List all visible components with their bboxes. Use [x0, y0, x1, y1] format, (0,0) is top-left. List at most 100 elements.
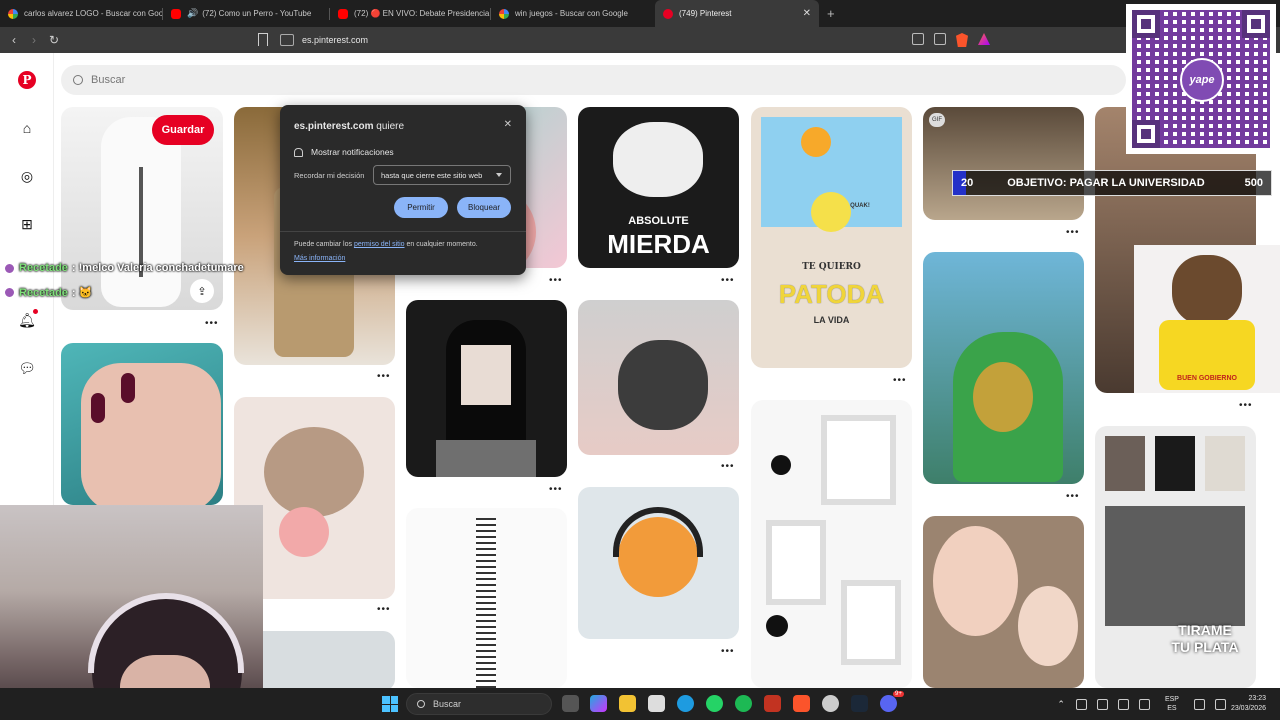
pin-gif-anime[interactable]	[923, 107, 1084, 220]
brave-rewards-icon[interactable]	[978, 33, 990, 45]
allow-button[interactable]: Permitir	[394, 197, 448, 218]
store-icon[interactable]	[648, 695, 665, 712]
chat-text: : !melco Valeria conchadetumare	[71, 262, 244, 274]
pin-face-makeup[interactable]	[923, 516, 1084, 688]
home-icon[interactable]: ⌂	[18, 119, 36, 137]
messages-icon[interactable]: 💬︎	[18, 359, 36, 377]
new-tab-button[interactable]: +	[827, 6, 835, 21]
back-icon[interactable]: ‹	[4, 33, 24, 47]
pin-green-bird[interactable]	[923, 252, 1084, 484]
pinterest-logo-icon[interactable]: P	[18, 71, 36, 89]
file-explorer-icon[interactable]	[619, 695, 636, 712]
tab-youtube-perro[interactable]: 🔊 (72) Como un Perro - YouTube	[163, 0, 329, 27]
tab-google-search-1[interactable]: carlos alvarez LOGO - Buscar con Goo	[0, 0, 162, 27]
brave-icon[interactable]	[793, 695, 810, 712]
dota-icon[interactable]	[764, 695, 781, 712]
goal-target: 500	[1244, 177, 1263, 189]
chat-badge-icon	[4, 262, 15, 274]
pin-more-options[interactable]: •••	[721, 461, 735, 472]
site-permission-link[interactable]: permiso del sitio	[354, 241, 405, 248]
chat-badge-icon	[4, 287, 15, 298]
close-tab-icon[interactable]: ✕	[797, 8, 811, 19]
pin-drawing[interactable]	[406, 508, 567, 688]
pin-pixel-girl[interactable]	[406, 300, 567, 477]
pin-absolute-mierda[interactable]: ABSOLUTE MIERDA	[578, 107, 739, 268]
pinterest-search-input[interactable]: Buscar	[61, 65, 1126, 95]
share-icon[interactable]: ⇪	[190, 279, 214, 303]
address-bar[interactable]: es.pinterest.com	[280, 30, 1000, 50]
explore-icon[interactable]: ◎	[18, 167, 36, 185]
notification-permission-dialog: es.pinterest.com quiere ✕ Mostrar notifi…	[280, 105, 526, 275]
spotify-icon[interactable]	[735, 695, 752, 712]
system-tray: ⌃ ESP ES 23:23 23/03/2026	[1057, 688, 1280, 720]
tab-google-search-2[interactable]: win juegos - Buscar con Google	[491, 0, 655, 27]
taskbar-search-input[interactable]: Buscar	[406, 693, 552, 715]
chevron-up-icon[interactable]: ⌃	[1057, 699, 1065, 710]
language-indicator[interactable]: ESP ES	[1165, 695, 1179, 713]
pin-nails[interactable]	[61, 343, 223, 505]
save-pin-button[interactable]: Guardar	[152, 115, 214, 145]
speaker-icon: 🔊	[187, 8, 199, 18]
reload-icon[interactable]: ↻	[44, 33, 64, 47]
site-settings-icon[interactable]	[280, 34, 294, 46]
forward-icon[interactable]: ›	[24, 33, 44, 47]
donation-goal-bar: 20 OBJETIVO: PAGAR LA UNIVERSIDAD 500	[952, 170, 1272, 196]
remember-select[interactable]: hasta que cierre este sitio web	[373, 165, 511, 185]
yape-qr-code: yape	[1126, 4, 1276, 154]
edge-icon[interactable]	[677, 695, 694, 712]
pin-buen-gobierno-dog[interactable]: BUEN GOBIERNO	[1134, 245, 1280, 393]
tab-title: (749) Pinterest	[679, 9, 732, 18]
pin-more-options[interactable]: •••	[721, 275, 735, 286]
share-icon[interactable]	[934, 33, 946, 45]
pin-text-buen-gobierno: BUEN GOBIERNO	[1177, 375, 1237, 382]
block-button[interactable]: Bloquear	[457, 197, 511, 218]
brave-shields-icon[interactable]	[956, 33, 968, 47]
close-icon[interactable]: ✕	[504, 119, 512, 130]
pin-more-options[interactable]: •••	[893, 375, 907, 386]
pin-dog-face[interactable]	[578, 300, 739, 455]
divider	[280, 231, 526, 232]
task-view-icon[interactable]	[562, 695, 579, 712]
search-placeholder: Buscar	[91, 74, 126, 86]
google-icon	[8, 8, 18, 19]
notifications-icon[interactable]: 🔔︎	[18, 309, 38, 329]
tray-app-icon[interactable]	[1075, 698, 1087, 710]
cast-icon[interactable]	[912, 33, 924, 45]
screen: carlos alvarez LOGO - Buscar con Goo 🔊 (…	[0, 0, 1280, 720]
pin-charmander[interactable]	[578, 487, 739, 639]
tab-youtube-debate[interactable]: (72) 🔴 EN VIVO: Debate Presidencia	[330, 0, 490, 27]
tray-app-icon[interactable]	[1117, 698, 1129, 710]
microphone-icon[interactable]	[1138, 698, 1150, 710]
discord-icon[interactable]	[880, 695, 897, 712]
windows-start-icon[interactable]	[382, 696, 398, 712]
pin-more-options[interactable]: •••	[1066, 227, 1080, 238]
create-icon[interactable]: ⊞	[18, 215, 36, 233]
gif-badge: GIF	[929, 113, 945, 127]
goal-label: OBJETIVO: PAGAR LA UNIVERSIDAD	[1007, 177, 1205, 189]
pin-text-quack: QUAK!	[850, 203, 870, 209]
steam-icon[interactable]	[851, 695, 868, 712]
obs-icon[interactable]	[822, 695, 839, 712]
clock[interactable]: 23:23 23/03/2026	[1231, 694, 1266, 714]
tab-pinterest[interactable]: (749) Pinterest ✕	[655, 0, 819, 27]
pin-more-options[interactable]: •••	[205, 318, 219, 329]
pin-more-options[interactable]: •••	[549, 484, 563, 495]
pin-more-options[interactable]: •••	[721, 646, 735, 657]
pin-text-patoda: PATODA	[778, 279, 885, 309]
pin-more-options[interactable]: •••	[377, 371, 391, 382]
more-info-link[interactable]: Más información	[294, 255, 345, 262]
pin-more-options[interactable]: •••	[1239, 400, 1253, 411]
pin-te-quiero-patoda[interactable]: QUAK! TE QUIERO PATODA LA VIDA	[751, 107, 912, 368]
copilot-icon[interactable]	[590, 695, 607, 712]
pin-more-options[interactable]: •••	[377, 604, 391, 615]
pin-more-options[interactable]: •••	[549, 275, 563, 286]
volume-icon[interactable]	[1214, 698, 1226, 710]
whatsapp-icon[interactable]	[706, 695, 723, 712]
pin-more-options[interactable]: •••	[1066, 491, 1080, 502]
pin-cat-frames[interactable]	[751, 400, 912, 688]
bookmark-icon[interactable]	[258, 33, 268, 46]
url-text: es.pinterest.com	[302, 35, 369, 45]
tray-app-icon[interactable]	[1096, 698, 1108, 710]
network-icon[interactable]	[1193, 698, 1205, 710]
tab-title: carlos alvarez LOGO - Buscar con Goo	[24, 9, 162, 18]
